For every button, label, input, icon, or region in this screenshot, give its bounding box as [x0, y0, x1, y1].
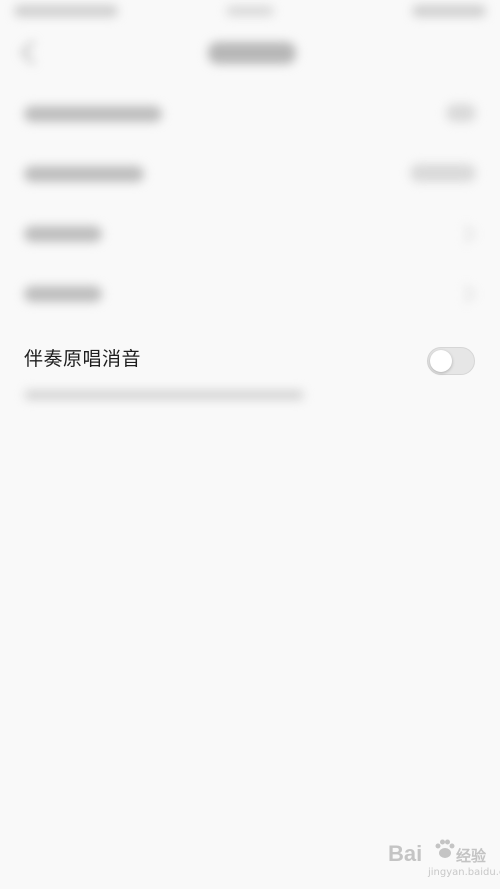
vocal-removal-toggle[interactable]: [427, 347, 475, 375]
setting-row-1[interactable]: [0, 86, 500, 146]
page-title: [208, 42, 296, 64]
setting-row-3[interactable]: [0, 206, 500, 266]
setting-row-4[interactable]: [0, 266, 500, 326]
watermark-brand: Bai: [388, 841, 423, 866]
toggle-knob: [430, 350, 452, 372]
baidu-jingyan-watermark: Bai 经验 jingyan.baidu.com: [388, 837, 500, 881]
vocal-removal-label: 伴奏原唱消音: [24, 348, 142, 370]
paw-icon: [435, 839, 455, 858]
vocal-removal-description: [24, 390, 304, 400]
watermark-sub: 经验: [456, 847, 487, 865]
settings-screen: 伴奏原唱消音 Bai 经验 jingyan.baidu.com: [0, 0, 500, 889]
chevron-right-icon: [457, 285, 475, 303]
setting-row-label: [24, 226, 102, 242]
setting-row-control[interactable]: [446, 104, 476, 122]
back-arrow-icon[interactable]: [20, 40, 45, 65]
setting-row-value: [410, 164, 476, 182]
status-carrier: [14, 5, 118, 17]
setting-row-label: [24, 106, 162, 122]
status-battery-icon: [412, 5, 486, 17]
nav-bar: [0, 28, 500, 80]
status-clock: [226, 6, 274, 16]
setting-row-label: [24, 286, 102, 302]
setting-row-label: [24, 166, 144, 182]
setting-row-vocal-removal[interactable]: 伴奏原唱消音: [0, 330, 500, 386]
watermark-url: jingyan.baidu.com: [428, 867, 500, 878]
status-bar: [0, 0, 500, 28]
chevron-right-icon: [457, 225, 475, 243]
setting-row-2[interactable]: [0, 146, 500, 206]
